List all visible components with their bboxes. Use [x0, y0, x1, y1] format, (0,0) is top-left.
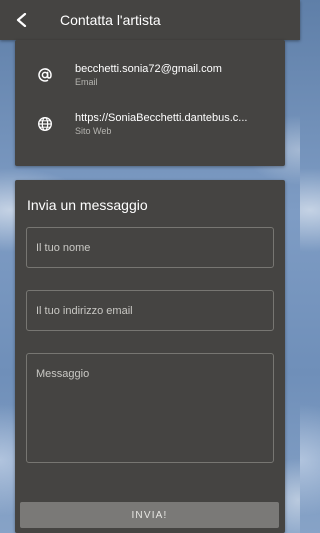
email-row[interactable]: becchetti.sonia72@gmail.com Email [15, 55, 285, 95]
app-header: Contatta l'artista [0, 0, 300, 40]
at-sign-icon [15, 67, 75, 83]
name-placeholder: Il tuo nome [36, 241, 91, 254]
submit-button[interactable]: INVIA! [20, 502, 279, 528]
website-label: Sito Web [75, 126, 112, 136]
message-form-card: Invia un messaggio Il tuo nome Il tuo in… [15, 180, 285, 533]
email-input[interactable]: Il tuo indirizzo email [26, 290, 274, 331]
email-label: Email [75, 77, 98, 87]
message-textarea[interactable]: Messaggio [26, 353, 274, 463]
form-title: Invia un messaggio [27, 197, 148, 213]
back-arrow-icon [16, 13, 27, 27]
website-row[interactable]: https://SoniaBecchetti.dantebus.c... Sit… [15, 104, 285, 144]
contact-info-card: becchetti.sonia72@gmail.com Email https:… [15, 40, 285, 166]
name-input[interactable]: Il tuo nome [26, 227, 274, 268]
website-value: https://SoniaBecchetti.dantebus.c... [75, 112, 248, 124]
globe-icon [15, 116, 75, 132]
email-placeholder: Il tuo indirizzo email [36, 304, 133, 317]
email-value: becchetti.sonia72@gmail.com [75, 63, 222, 75]
page-title: Contatta l'artista [60, 12, 161, 28]
message-placeholder: Messaggio [36, 368, 90, 380]
back-button[interactable] [0, 0, 44, 40]
